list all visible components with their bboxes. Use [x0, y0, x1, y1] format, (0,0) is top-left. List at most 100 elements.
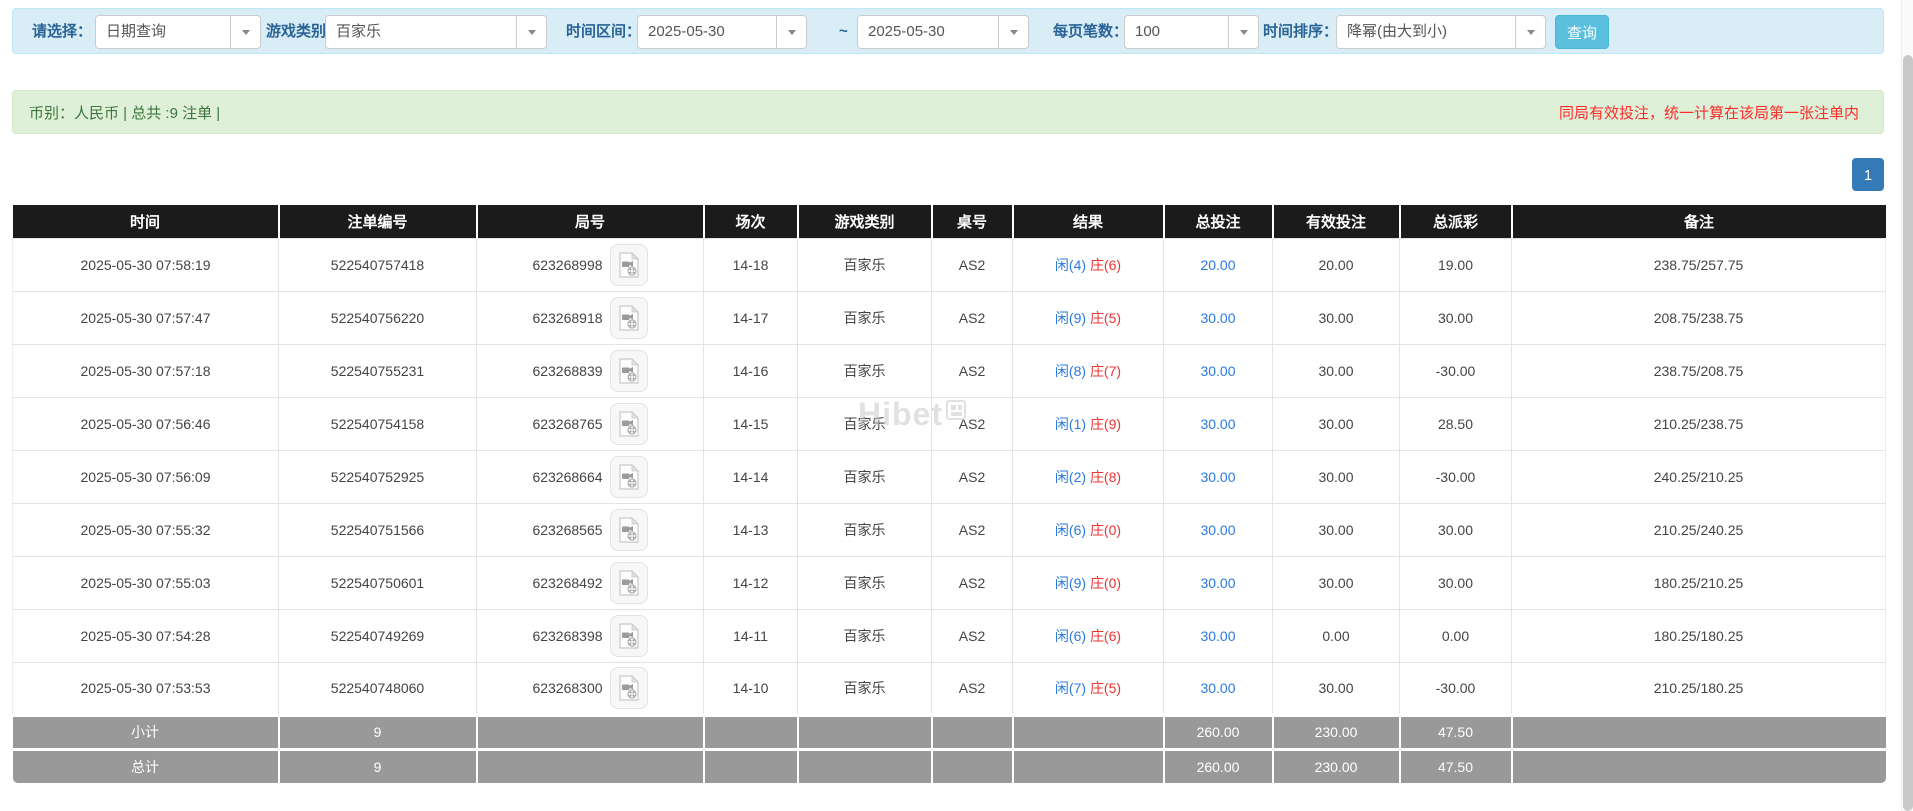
video-replay-button[interactable]: [610, 403, 648, 445]
cell-valid-bet: 30.00: [1273, 503, 1400, 556]
cell-remark: 238.75/208.75: [1512, 344, 1886, 397]
page: 请选择： 日期查询 游戏类别 百家乐 时间区间： 2025-05-30 ~ 20…: [0, 0, 1913, 811]
cell-remark: 210.25/238.75: [1512, 397, 1886, 450]
video-replay-button[interactable]: [610, 562, 648, 604]
video-replay-icon: [618, 570, 640, 596]
page-size-label: 每页笔数：: [1053, 9, 1128, 55]
page-button-1[interactable]: 1: [1852, 158, 1884, 191]
cell-bet-number: 522540752925: [279, 450, 477, 503]
video-replay-button[interactable]: [610, 297, 648, 339]
total-bet-link[interactable]: 30.00: [1200, 680, 1235, 696]
cell-session: 14-10: [704, 662, 798, 715]
cell-game-category: 百家乐: [798, 344, 932, 397]
round-number-text: 623268664: [532, 469, 602, 485]
sort-select[interactable]: 降幂(由大到小): [1336, 15, 1546, 49]
notice-text: 同局有效投注，统一计算在该局第一张注单内: [1559, 102, 1859, 123]
video-replay-button[interactable]: [610, 667, 648, 709]
header-total-bet: 总投注: [1164, 205, 1273, 238]
scrollbar-thumb[interactable]: [1903, 55, 1913, 811]
total-bet-link[interactable]: 30.00: [1200, 628, 1235, 644]
header-table-number: 桌号: [932, 205, 1013, 238]
game-category-select[interactable]: 百家乐: [325, 15, 547, 49]
game-category-value: 百家乐: [336, 16, 514, 48]
video-replay-button[interactable]: [610, 509, 648, 551]
sort-label: 时间排序：: [1263, 9, 1338, 55]
cell-result: 闲(9) 庄(0): [1013, 556, 1164, 609]
cell-game-category: 百家乐: [798, 503, 932, 556]
cell-valid-bet: 30.00: [1273, 450, 1400, 503]
round-number-text: 623268565: [532, 522, 602, 538]
cell-payout: -30.00: [1400, 662, 1512, 715]
subtotal-payout: 47.50: [1400, 715, 1512, 749]
cell-session: 14-15: [704, 397, 798, 450]
total-bet-link[interactable]: 30.00: [1200, 363, 1235, 379]
result-banker: 庄(0): [1090, 522, 1121, 538]
cell-table-number: AS2: [932, 662, 1013, 715]
result-banker: 庄(8): [1090, 469, 1121, 485]
total-bet-link[interactable]: 30.00: [1200, 469, 1235, 485]
cell-remark: 208.75/238.75: [1512, 291, 1886, 344]
search-button[interactable]: 查询: [1555, 15, 1609, 49]
round-number-text: 623268918: [532, 310, 602, 326]
cell-remark: 210.25/180.25: [1512, 662, 1886, 715]
total-bet-link[interactable]: 30.00: [1200, 522, 1235, 538]
video-replay-button[interactable]: [610, 615, 648, 657]
cell-time: 2025-05-30 07:57:18: [13, 344, 279, 397]
chevron-down-icon: [776, 16, 806, 48]
chevron-down-icon: [1515, 16, 1545, 48]
cell-table-number: AS2: [932, 556, 1013, 609]
video-replay-icon: [618, 411, 640, 437]
date-from-select[interactable]: 2025-05-30: [637, 15, 807, 49]
cell-total-bet: 30.00: [1164, 397, 1273, 450]
total-bet-link[interactable]: 20.00: [1200, 257, 1235, 273]
cell-bet-number: 522540751566: [279, 503, 477, 556]
date-to-select[interactable]: 2025-05-30: [857, 15, 1029, 49]
cell-result: 闲(8) 庄(7): [1013, 344, 1164, 397]
cell-time: 2025-05-30 07:56:46: [13, 397, 279, 450]
cell-session: 14-14: [704, 450, 798, 503]
cell-payout: -30.00: [1400, 344, 1512, 397]
page-size-select[interactable]: 100: [1124, 15, 1259, 49]
table-row: 2025-05-30 07:55:32522540751566623268565…: [13, 503, 1886, 556]
total-label: 总计: [13, 749, 279, 783]
round-number-text: 623268492: [532, 575, 602, 591]
cell-valid-bet: 20.00: [1273, 238, 1400, 291]
subtotal-total-bet: 260.00: [1164, 715, 1273, 749]
cell-round-number: 623268398: [477, 609, 704, 662]
result-banker: 庄(6): [1090, 257, 1121, 273]
cell-game-category: 百家乐: [798, 397, 932, 450]
total-bet-link[interactable]: 30.00: [1200, 416, 1235, 432]
result-player: 闲(8): [1055, 363, 1086, 379]
result-player: 闲(2): [1055, 469, 1086, 485]
result-banker: 庄(0): [1090, 575, 1121, 591]
cell-game-category: 百家乐: [798, 609, 932, 662]
cell-table-number: AS2: [932, 344, 1013, 397]
total-bet-link[interactable]: 30.00: [1200, 310, 1235, 326]
date-type-select[interactable]: 日期查询: [95, 15, 261, 49]
video-replay-icon: [618, 675, 640, 701]
cell-session: 14-13: [704, 503, 798, 556]
cell-round-number: 623268918: [477, 291, 704, 344]
video-replay-button[interactable]: [610, 456, 648, 498]
result-banker: 庄(6): [1090, 628, 1121, 644]
cell-valid-bet: 30.00: [1273, 291, 1400, 344]
total-bet-link[interactable]: 30.00: [1200, 575, 1235, 591]
header-result: 结果: [1013, 205, 1164, 238]
scrollbar[interactable]: [1901, 0, 1913, 811]
video-replay-button[interactable]: [610, 350, 648, 392]
cell-payout: 30.00: [1400, 291, 1512, 344]
cell-session: 14-18: [704, 238, 798, 291]
cell-result: 闲(6) 庄(0): [1013, 503, 1164, 556]
video-replay-button[interactable]: [610, 244, 648, 286]
subtotal-row: 小计 9 260.00 230.00 47.50: [13, 715, 1886, 749]
table-row: 2025-05-30 07:53:53522540748060623268300…: [13, 662, 1886, 715]
video-replay-icon: [618, 305, 640, 331]
pagination: 1: [1852, 158, 1884, 191]
video-replay-icon: [618, 464, 640, 490]
video-replay-icon: [618, 517, 640, 543]
currency-total-text: 币别：人民币 | 总共 :9 注单 |: [29, 102, 220, 123]
round-number-text: 623268398: [532, 628, 602, 644]
cell-bet-number: 522540756220: [279, 291, 477, 344]
cell-result: 闲(9) 庄(5): [1013, 291, 1164, 344]
result-player: 闲(9): [1055, 575, 1086, 591]
